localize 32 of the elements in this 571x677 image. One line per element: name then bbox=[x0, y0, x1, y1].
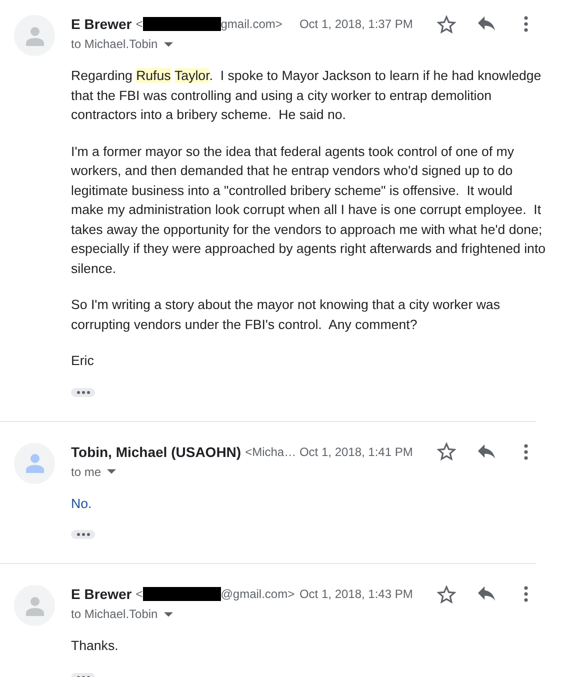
sender-email: < bbox=[136, 17, 143, 31]
message-text: Regarding Rufus Taylor. I spoke to Mayor Jackson to learn if he had knowledge that the FBI was controlling and using a city worker to entrap demolition contractors into a bribery scheme. He said no. bbox=[71, 67, 542, 124]
message-date: Oct 1, 2018, 1:41 PM bbox=[299, 444, 414, 458]
message-text: I'm a former mayor so the idea that federal agents took control of one of my workers, and then demanded that he entrap vendors who'd signed up to do legitimate business into a "controlled bribery scheme" is offensive. It would make my administration look corrupt when all I have is one corrupt employee. It takes away the opportunity for the vendors to approach me with what he'd done; especially if they were approached by agents right afterwards and frightened into silence. bbox=[71, 142, 547, 278]
person-icon bbox=[26, 453, 44, 473]
sender-name: E Brewer bbox=[71, 586, 132, 602]
recipients-dropdown[interactable]: to me bbox=[71, 464, 116, 478]
message-date: Oct 1, 2018, 1:43 PM bbox=[299, 587, 414, 601]
sender-name: Tobin, Michael (USAOHN) bbox=[71, 444, 242, 460]
message-text: So I'm writing a story about the mayor not knowing that a city worker was corrupting vendors under the FBI's control. Any comment? bbox=[71, 296, 501, 334]
caret-icon bbox=[107, 469, 116, 474]
sender-email: <Micha… bbox=[245, 444, 296, 458]
recipients-dropdown[interactable]: to Michael.Tobin bbox=[71, 607, 173, 621]
show-trimmed-button[interactable] bbox=[71, 388, 95, 396]
recipients-dropdown[interactable]: to Michael.Tobin bbox=[71, 37, 173, 51]
message-text: Thanks. bbox=[71, 637, 120, 655]
person-icon bbox=[26, 596, 44, 616]
sender-name: E Brewer bbox=[71, 16, 132, 32]
reply-icon[interactable] bbox=[476, 442, 496, 462]
caret-icon bbox=[164, 42, 173, 46]
caret-icon bbox=[164, 612, 173, 616]
message-text: No. bbox=[71, 494, 93, 512]
star-icon[interactable] bbox=[436, 442, 456, 462]
sender-email: < bbox=[136, 587, 143, 601]
show-trimmed-button[interactable] bbox=[71, 530, 95, 539]
person-icon bbox=[26, 26, 44, 46]
sender-email: @gmail.com> bbox=[220, 587, 295, 601]
star-icon[interactable] bbox=[436, 14, 456, 34]
sender-email: gmail.com> bbox=[220, 17, 282, 31]
star-icon[interactable] bbox=[436, 584, 456, 604]
message-text: Eric bbox=[71, 352, 95, 370]
message-date: Oct 1, 2018, 1:37 PM bbox=[299, 17, 414, 31]
